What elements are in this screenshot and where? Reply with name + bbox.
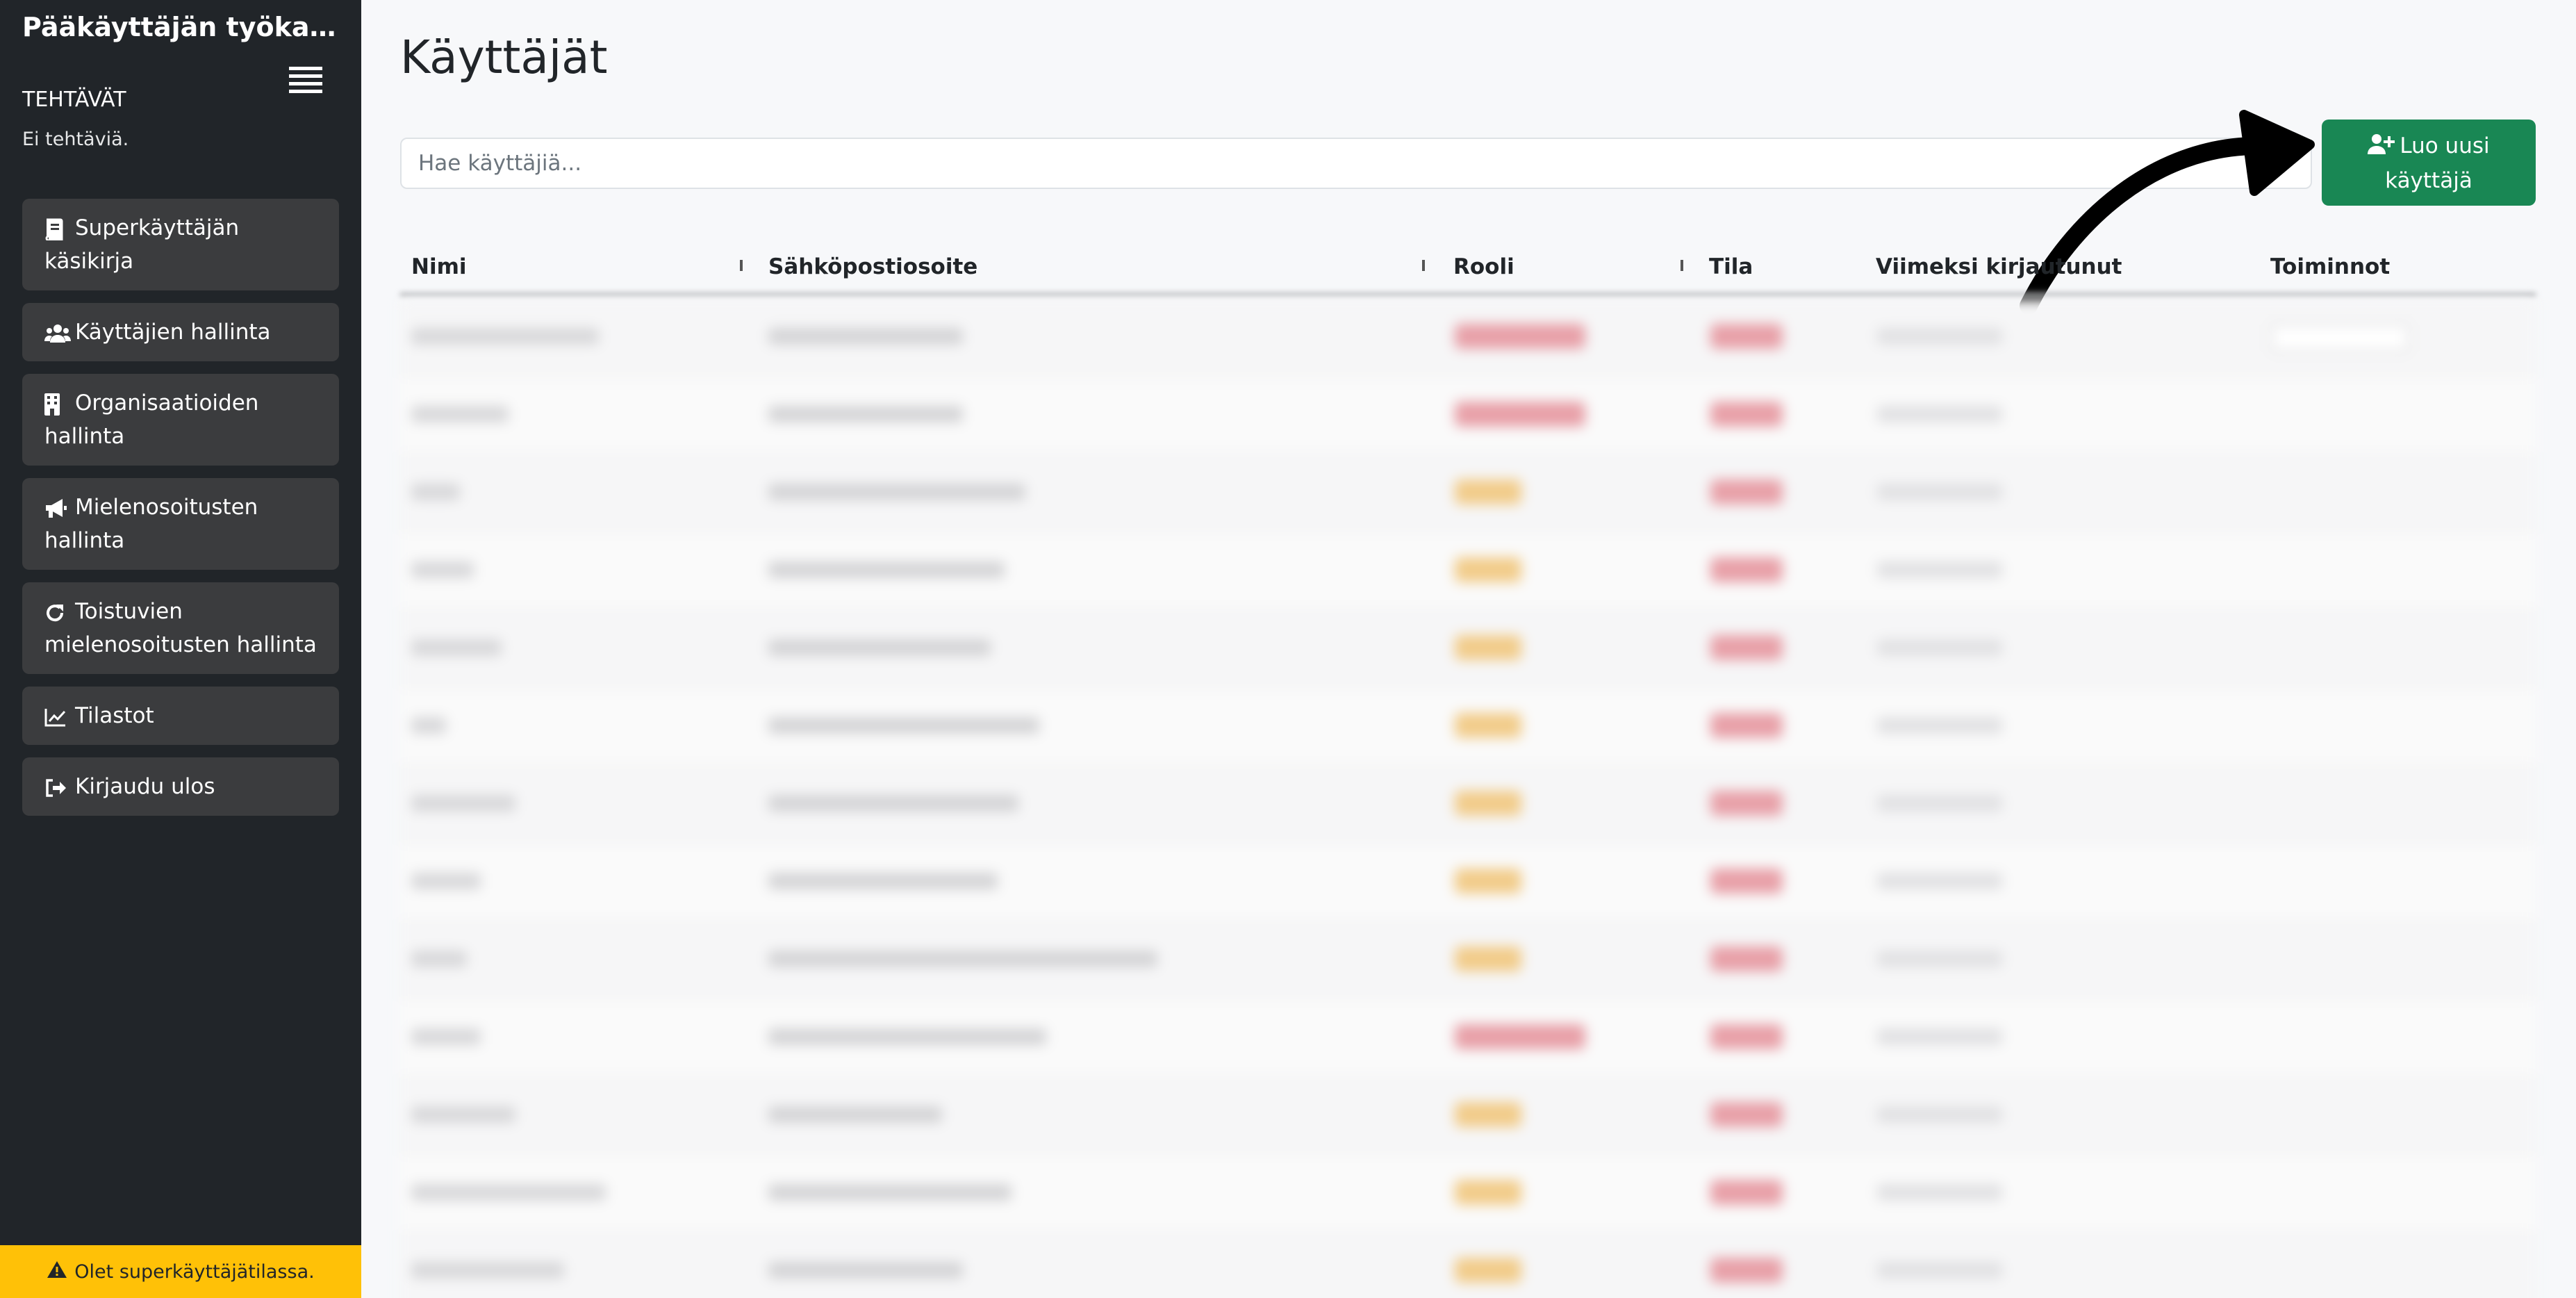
- table-row[interactable]: [400, 999, 2536, 1077]
- superuser-mode-banner: Olet superkäyttäjätilassa.: [0, 1245, 361, 1298]
- sidebar-item-user-management[interactable]: Käyttäjien hallinta: [22, 303, 339, 361]
- tasks-empty-text: Ei tehtäviä.: [22, 129, 129, 150]
- page-title: Käyttäjät: [400, 31, 608, 84]
- sidebar-item-organization-management[interactable]: Organisaatioiden hallinta: [22, 374, 339, 466]
- table-row[interactable]: [400, 766, 2536, 844]
- sidebar-item-demonstration-management[interactable]: Mielenosoitusten hallinta: [22, 478, 339, 570]
- table-row[interactable]: [400, 844, 2536, 921]
- megaphone-icon: [44, 498, 71, 519]
- column-header-status[interactable]: Tila: [1709, 246, 1753, 288]
- table-row[interactable]: [400, 532, 2536, 610]
- sidebar-item-label: Toistuvien mielenosoitusten hallinta: [44, 599, 317, 657]
- user-plus-icon: [2368, 131, 2395, 164]
- sidebar-item-logout[interactable]: Kirjaudu ulos: [22, 757, 339, 816]
- table-row[interactable]: [400, 1077, 2536, 1155]
- chart-line-icon: [44, 707, 71, 727]
- menu-toggle-icon[interactable]: [288, 64, 325, 96]
- book-icon: [44, 218, 71, 240]
- users-table-header: Nimi Sähköpostiosoite Rooli Tila Viimeks…: [400, 246, 2536, 293]
- column-header-name[interactable]: Nimi: [411, 246, 467, 288]
- table-row[interactable]: [400, 454, 2536, 532]
- user-search-input[interactable]: [400, 138, 2312, 189]
- column-header-email[interactable]: Sähköpostiosoite: [768, 246, 977, 288]
- sort-icon[interactable]: [1420, 258, 1427, 272]
- refresh-icon: [44, 602, 71, 623]
- table-row[interactable]: [400, 688, 2536, 766]
- table-row[interactable]: [400, 377, 2536, 454]
- create-user-button[interactable]: Luo uusi käyttäjä: [2322, 120, 2536, 206]
- table-row[interactable]: [400, 1233, 2536, 1298]
- sidebar-item-superuser-manual[interactable]: Superkäyttäjän käsikirja: [22, 199, 339, 290]
- sidebar-item-label: Superkäyttäjän käsikirja: [44, 215, 240, 274]
- sidebar-item-statistics[interactable]: Tilastot: [22, 687, 339, 745]
- table-row[interactable]: [400, 610, 2536, 688]
- table-row[interactable]: [400, 299, 2536, 377]
- sidebar-item-label: Kirjaudu ulos: [75, 774, 215, 799]
- column-header-actions: Toiminnot: [2270, 254, 2391, 279]
- column-header-role[interactable]: Rooli: [1453, 246, 1514, 288]
- create-user-label: Luo uusi käyttäjä: [2385, 133, 2490, 193]
- sort-icon[interactable]: [1678, 258, 1685, 272]
- sidebar-item-label: Organisaatioiden hallinta: [44, 391, 259, 449]
- users-table-body: [400, 299, 2536, 1298]
- app-title: Pääkäyttäjän työkalupaneeli: [22, 12, 342, 42]
- users-icon: [44, 323, 71, 344]
- sidebar: Pääkäyttäjän työkalupaneeli TEHTÄVÄT Ei …: [0, 0, 361, 1298]
- sidebar-item-label: Tilastot: [75, 703, 154, 728]
- sidebar-item-label: Mielenosoitusten hallinta: [44, 495, 258, 553]
- column-header-last-login[interactable]: Viimeksi kirjautunut: [1876, 246, 2122, 288]
- sidebar-item-recurring-demonstrations[interactable]: Toistuvien mielenosoitusten hallinta: [22, 582, 339, 674]
- tasks-heading: TEHTÄVÄT: [22, 88, 126, 112]
- sidebar-item-label: Käyttäjien hallinta: [75, 320, 271, 345]
- warning-icon: [47, 1260, 67, 1283]
- table-header-divider: [400, 293, 2536, 296]
- sidebar-nav: Superkäyttäjän käsikirja Käyttäjien hall…: [22, 199, 339, 828]
- superuser-notice-text: Olet superkäyttäjätilassa.: [74, 1260, 315, 1283]
- table-row[interactable]: [400, 921, 2536, 999]
- building-icon: [44, 393, 71, 416]
- sign-out-icon: [44, 778, 71, 798]
- table-row[interactable]: [400, 1155, 2536, 1233]
- sort-icon[interactable]: [738, 258, 745, 272]
